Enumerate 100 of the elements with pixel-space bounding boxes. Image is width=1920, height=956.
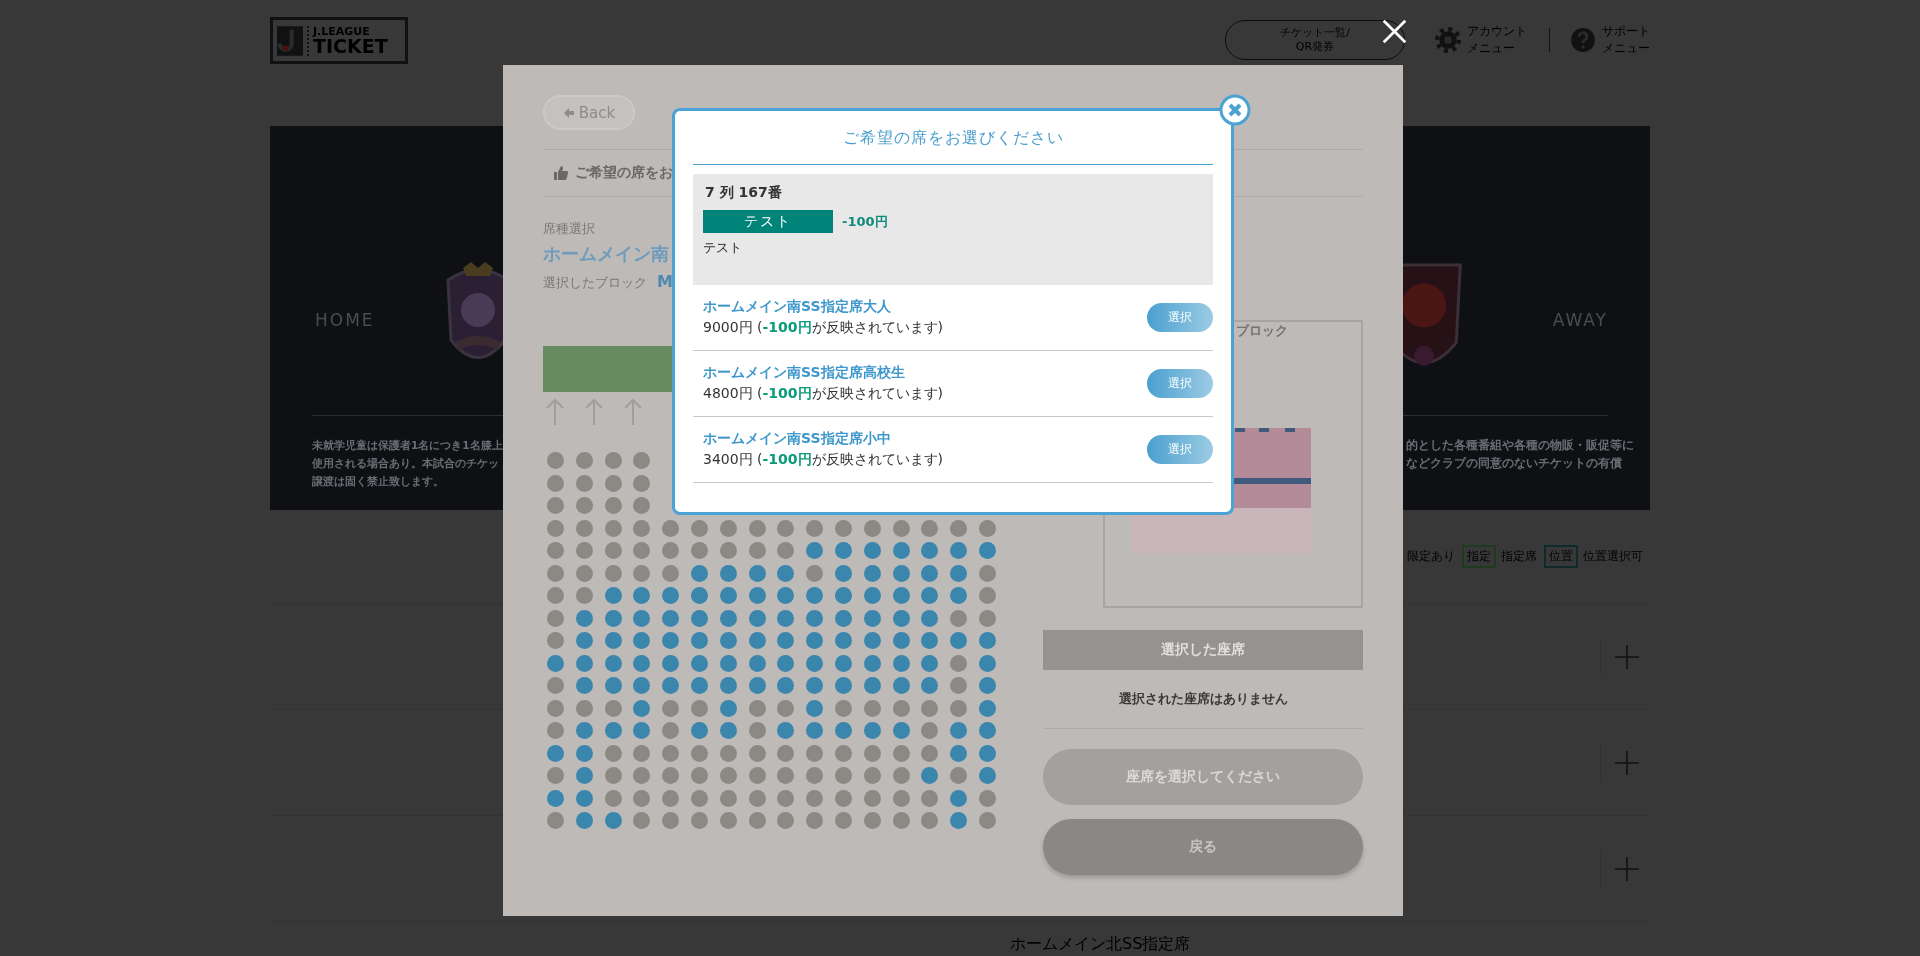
seat-dot[interactable]	[978, 654, 996, 672]
seat-dot[interactable]	[633, 722, 651, 739]
seat-dot[interactable]	[777, 699, 795, 717]
seat-dot[interactable]	[633, 812, 651, 829]
seat-dot[interactable]	[604, 609, 622, 627]
seat-dot[interactable]	[834, 564, 852, 582]
return-button[interactable]: 戻る	[1043, 819, 1363, 875]
seat-dot[interactable]	[777, 677, 795, 694]
seat-dot[interactable]	[777, 519, 795, 537]
seat-dot[interactable]	[633, 497, 651, 514]
seat-dot[interactable]	[978, 632, 996, 649]
seat-dot[interactable]	[575, 744, 593, 762]
seat-dot[interactable]	[604, 497, 622, 514]
seat-dot[interactable]	[748, 587, 766, 604]
seat-dot[interactable]	[547, 632, 564, 649]
seat-dot[interactable]	[921, 654, 939, 672]
seat-dot[interactable]	[978, 699, 996, 717]
seat-dot[interactable]	[633, 699, 651, 717]
seat-dot[interactable]	[748, 767, 766, 784]
seat-dot[interactable]	[863, 812, 881, 829]
seat-dot[interactable]	[978, 744, 996, 762]
seat-dot[interactable]	[633, 609, 651, 627]
seat-dot[interactable]	[575, 564, 593, 582]
seat-dot[interactable]	[777, 564, 795, 582]
seat-dot[interactable]	[575, 789, 593, 807]
seat-dot[interactable]	[748, 564, 766, 582]
seat-dot[interactable]	[863, 519, 881, 537]
seat-dot[interactable]	[547, 812, 564, 829]
seat-dot[interactable]	[633, 519, 651, 537]
seat-dot[interactable]	[950, 654, 968, 672]
seat-dot[interactable]	[604, 699, 622, 717]
seat-dot[interactable]	[604, 722, 622, 739]
seat-dot[interactable]	[863, 699, 881, 717]
seat-dot[interactable]	[978, 609, 996, 627]
seat-dot[interactable]	[604, 632, 622, 649]
seat-dot[interactable]	[575, 654, 593, 672]
seat-dot[interactable]	[691, 609, 708, 627]
seat-dot[interactable]	[604, 542, 622, 559]
seat-dot[interactable]	[806, 632, 824, 649]
plus-icon[interactable]	[1615, 644, 1639, 669]
seat-dot[interactable]	[777, 542, 795, 559]
seat-dot[interactable]	[777, 767, 795, 784]
seat-dot[interactable]	[691, 744, 708, 762]
seat-dot[interactable]	[777, 722, 795, 739]
seat-dot[interactable]	[863, 609, 881, 627]
seat-dot[interactable]	[604, 767, 622, 784]
seat-dot[interactable]	[719, 789, 737, 807]
seat-dot[interactable]	[633, 744, 651, 762]
seat-dot[interactable]	[950, 767, 968, 784]
seat-dot[interactable]	[777, 744, 795, 762]
seat-dot[interactable]	[921, 542, 939, 559]
seat-dot[interactable]	[604, 812, 622, 829]
seat-dot[interactable]	[748, 812, 766, 829]
seat-dot[interactable]	[575, 474, 593, 492]
seat-dot[interactable]	[719, 677, 737, 694]
seat-dot[interactable]	[921, 587, 939, 604]
seat-dot[interactable]	[748, 632, 766, 649]
seat-dot[interactable]	[806, 812, 824, 829]
seat-dot[interactable]	[662, 519, 680, 537]
seat-dot[interactable]	[575, 722, 593, 739]
seat-dot[interactable]	[547, 677, 564, 694]
seat-dot[interactable]	[604, 474, 622, 492]
seat-dot[interactable]	[921, 699, 939, 717]
seat-dot[interactable]	[719, 542, 737, 559]
seat-dot[interactable]	[892, 744, 910, 762]
seat-dot[interactable]	[662, 542, 680, 559]
seat-dot[interactable]	[892, 767, 910, 784]
seat-dot[interactable]	[662, 789, 680, 807]
seat-dot[interactable]	[950, 744, 968, 762]
seat-dot[interactable]	[633, 542, 651, 559]
seat-dot[interactable]	[662, 767, 680, 784]
seat-dot[interactable]	[892, 587, 910, 604]
seat-dot[interactable]	[748, 722, 766, 739]
seat-dot[interactable]	[806, 519, 824, 537]
seat-dot[interactable]	[748, 699, 766, 717]
seat-dot[interactable]	[547, 767, 564, 784]
seat-dot[interactable]	[691, 677, 708, 694]
seat-dot[interactable]	[863, 542, 881, 559]
seat-dot[interactable]	[662, 654, 680, 672]
seat-dot[interactable]	[806, 542, 824, 559]
seat-dot[interactable]	[748, 654, 766, 672]
seat-dot[interactable]	[892, 677, 910, 694]
seat-dot[interactable]	[834, 587, 852, 604]
seat-dot[interactable]	[892, 519, 910, 537]
seat-dot[interactable]	[719, 654, 737, 672]
seat-dot[interactable]	[691, 632, 708, 649]
seat-dot[interactable]	[633, 767, 651, 784]
seat-dot[interactable]	[950, 722, 968, 739]
seat-dot[interactable]	[662, 744, 680, 762]
select-button[interactable]: 選択	[1147, 369, 1213, 398]
seat-dot[interactable]	[662, 677, 680, 694]
seat-dot[interactable]	[604, 789, 622, 807]
seat-dot[interactable]	[950, 789, 968, 807]
seat-dot[interactable]	[691, 767, 708, 784]
seat-dot[interactable]	[950, 564, 968, 582]
seat-dot[interactable]	[863, 632, 881, 649]
seat-dot[interactable]	[604, 654, 622, 672]
seat-dot[interactable]	[921, 789, 939, 807]
seat-dot[interactable]	[662, 812, 680, 829]
seat-dot[interactable]	[863, 677, 881, 694]
